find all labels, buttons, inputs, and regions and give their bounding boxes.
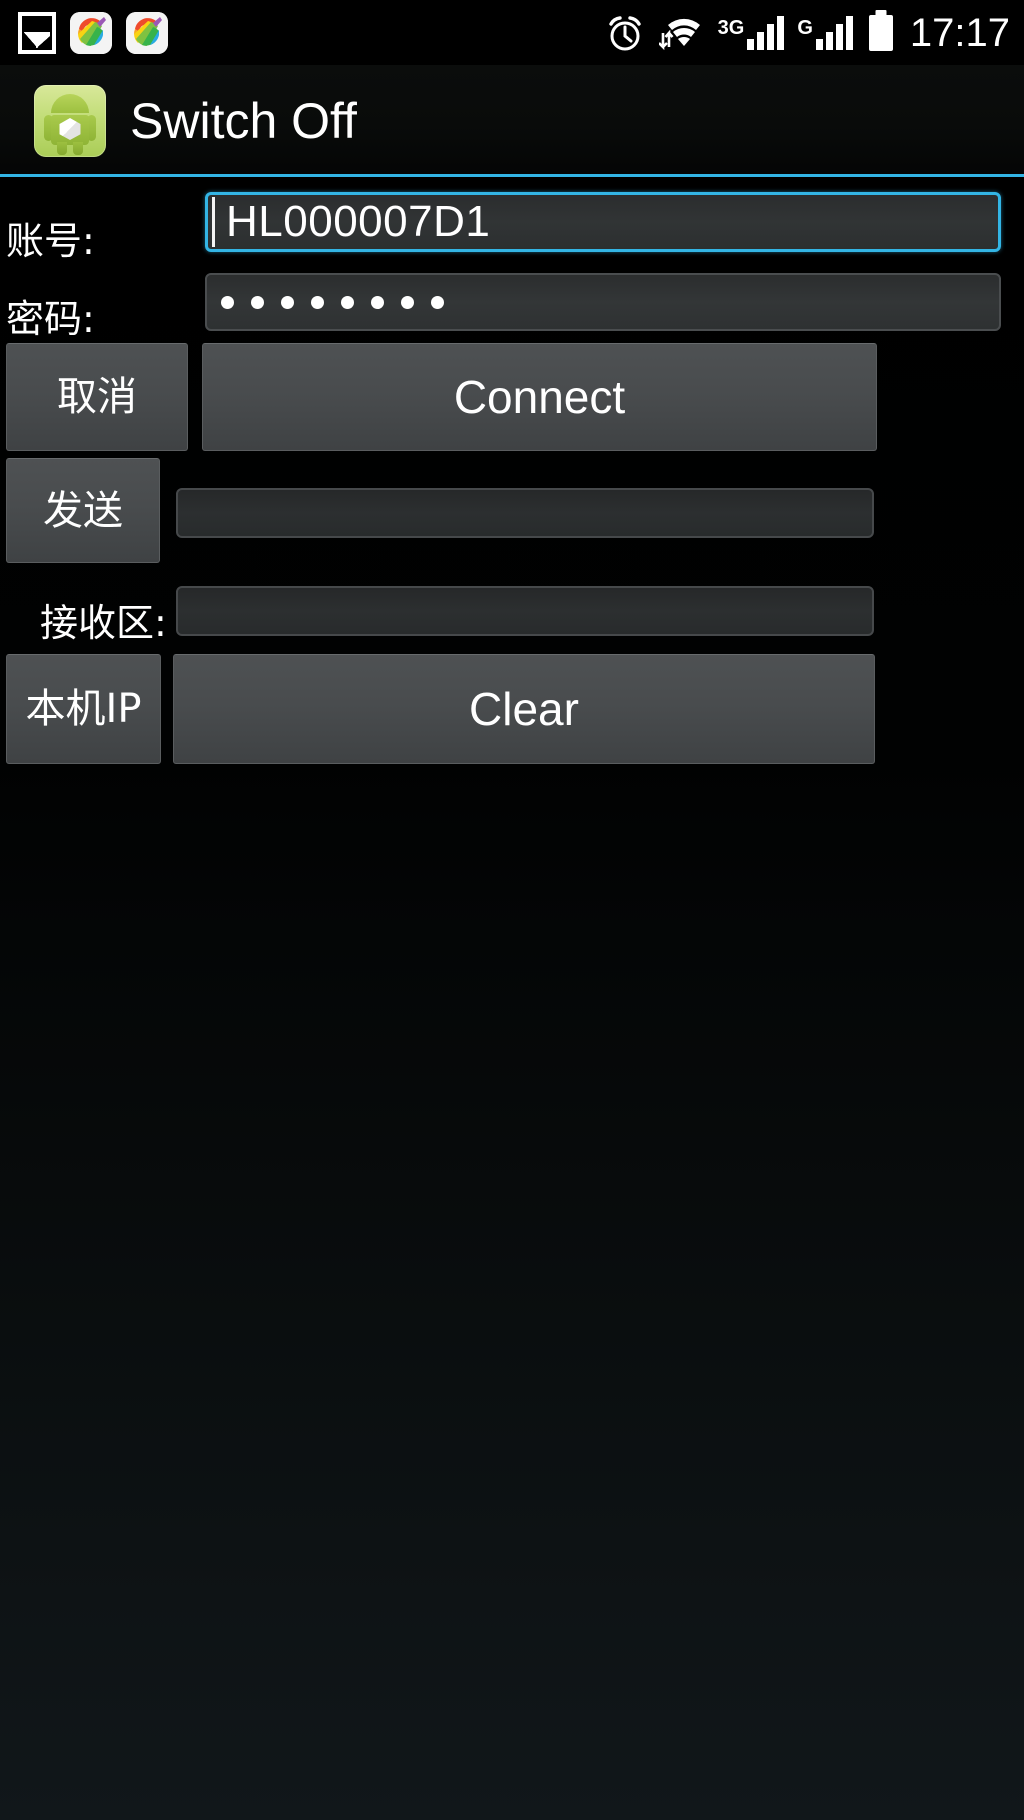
robot-leg-right (73, 142, 83, 155)
main-content: 账号: HL000007D1 密码: 取消 Connect 发送 接收区: 本机… (0, 180, 1024, 1820)
account-input[interactable]: HL000007D1 (205, 192, 1001, 252)
android-robot-icon (34, 85, 106, 157)
status-bar-right-icons: 3G G 17:17 (604, 12, 1010, 54)
signal-g-icon: G (797, 15, 853, 50)
clear-button[interactable]: Clear (173, 654, 875, 764)
receive-label: 接收区: (40, 601, 167, 645)
robot-head (51, 94, 89, 113)
local-ip-button[interactable]: 本机IP (6, 654, 161, 764)
status-bar[interactable]: 3G G 17:17 (0, 0, 1024, 65)
app-title-bar: Switch Off (0, 65, 1024, 177)
gallery-screenshot-icon (18, 11, 56, 54)
wifi-icon (658, 18, 700, 50)
send-button[interactable]: 发送 (6, 458, 160, 563)
signal-bars-3g (747, 15, 785, 50)
alarm-clock-icon (608, 15, 641, 50)
send-input[interactable] (176, 488, 874, 538)
network-type-label-3g: 3G (717, 16, 745, 39)
text-caret (212, 197, 215, 247)
password-masked-value (221, 295, 444, 309)
robot-leg-left (57, 142, 67, 155)
app-notification-icon-2 (126, 11, 168, 54)
account-input-value: HL000007D1 (226, 197, 491, 246)
password-input[interactable] (205, 273, 1001, 331)
receive-input[interactable] (176, 586, 874, 636)
cancel-button[interactable]: 取消 (6, 343, 188, 451)
signal-bars-g (815, 15, 853, 50)
battery-icon (868, 14, 893, 51)
password-label: 密码: (6, 297, 95, 341)
network-type-label-g: G (797, 16, 813, 39)
connect-button[interactable]: Connect (202, 343, 877, 451)
status-bar-left-icons (18, 11, 168, 54)
account-label: 账号: (6, 219, 95, 263)
signal-3g-icon: 3G (717, 15, 785, 50)
app-notification-icon-1 (70, 11, 112, 54)
app-title: Switch Off (130, 93, 357, 149)
status-bar-clock: 17:17 (909, 10, 1010, 55)
